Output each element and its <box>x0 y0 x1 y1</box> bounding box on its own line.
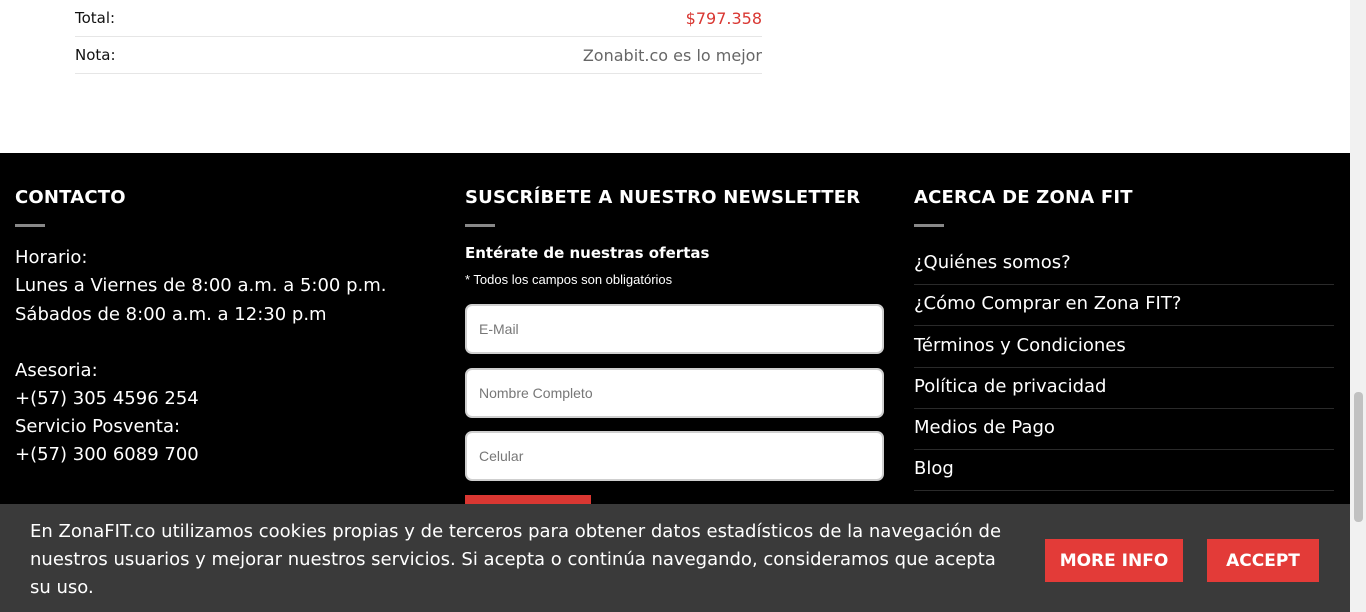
title-divider <box>15 224 45 227</box>
about-link-terms[interactable]: Términos y Condiciones <box>914 327 1334 368</box>
page-scrollbar[interactable] <box>1350 0 1366 612</box>
about-link-how-to-buy[interactable]: ¿Cómo Comprar en Zona FIT? <box>914 285 1334 326</box>
scrollbar-thumb[interactable] <box>1354 392 1363 522</box>
schedule-label: Horario: <box>15 247 88 268</box>
required-fields-note: * Todos los campos son obligatórios <box>465 272 673 287</box>
about-link-payment-methods[interactable]: Medios de Pago <box>914 409 1334 450</box>
contact-title: CONTACTO <box>15 187 126 208</box>
advice-label: Asesoria: <box>15 360 98 381</box>
newsletter-title: SUSCRÍBETE A NUESTRO NEWSLETTER <box>465 187 861 208</box>
postsale-label: Servicio Posventa: <box>15 416 181 437</box>
full-name-input[interactable] <box>465 368 884 418</box>
total-label: Total: <box>75 9 116 27</box>
order-summary: Total: $797.358 Nota: Zonabit.co es lo m… <box>75 0 762 74</box>
more-info-button[interactable]: MORE INFO <box>1045 539 1183 582</box>
postsale-phone[interactable]: +(57) 300 6089 700 <box>15 444 199 465</box>
about-title: ACERCA DE ZONA FIT <box>914 187 1133 208</box>
title-divider <box>465 224 495 227</box>
note-label: Nota: <box>75 46 116 64</box>
about-link-who-we-are[interactable]: ¿Quiénes somos? <box>914 244 1334 285</box>
newsletter-subtitle: Entérate de nuestras ofertas <box>465 244 710 262</box>
cookie-banner: En ZonaFIT.co utilizamos cookies propias… <box>0 504 1350 612</box>
phone-input[interactable] <box>465 431 884 481</box>
total-value: $797.358 <box>685 8 762 28</box>
cookie-message: En ZonaFIT.co utilizamos cookies propias… <box>30 521 1002 598</box>
weekday-hours: Lunes a Viernes de 8:00 a.m. a 5:00 p.m. <box>15 275 387 296</box>
email-input[interactable] <box>465 304 884 354</box>
note-row: Nota: Zonabit.co es lo mejor <box>75 37 762 74</box>
title-divider <box>914 224 944 227</box>
saturday-hours: Sábados de 8:00 a.m. a 12:30 p.m <box>15 304 327 325</box>
note-value: Zonabit.co es lo mejor <box>582 45 762 65</box>
accept-button[interactable]: ACCEPT <box>1207 539 1319 582</box>
total-row: Total: $797.358 <box>75 0 762 37</box>
advice-phone[interactable]: +(57) 305 4596 254 <box>15 388 199 409</box>
about-link-blog[interactable]: Blog <box>914 450 1334 491</box>
about-link-privacy[interactable]: Política de privacidad <box>914 368 1334 409</box>
